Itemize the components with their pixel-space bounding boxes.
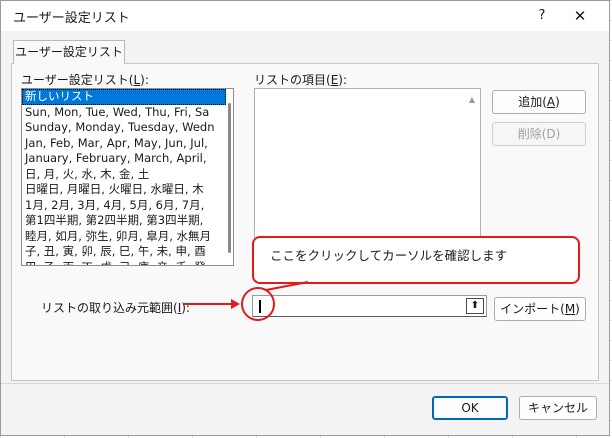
annotation-callout: ここをクリックしてカーソルを確認します: [252, 236, 580, 284]
list-item[interactable]: Sunday, Monday, Tuesday, Wedn: [22, 120, 226, 136]
list-item[interactable]: 甲, 乙, 丙, 丁, 戊, 己, 庚, 辛, 壬, 癸: [22, 260, 226, 266]
list-item[interactable]: 第1四半期, 第2四半期, 第3四半期,: [22, 213, 226, 229]
list-item[interactable]: Sun, Mon, Tue, Wed, Thu, Fri, Sa: [22, 105, 226, 121]
title-bar: ユーザー設定リスト ? ✕: [1, 1, 609, 31]
scrollbar-thumb[interactable]: [228, 103, 231, 253]
footer-divider: [1, 383, 609, 384]
custom-lists-dialog: ユーザー設定リスト ? ✕ ユーザー設定リスト ユーザー設定リスト(L): 新し…: [0, 0, 610, 436]
list-item[interactable]: 新しいリスト: [22, 89, 226, 105]
annotation-text: ここをクリックしてカーソルを確認します: [270, 248, 508, 263]
custom-lists-listbox[interactable]: 新しいリスト Sun, Mon, Tue, Wed, Thu, Fri, Sa Su…: [21, 88, 234, 266]
listbox-scrollbar[interactable]: [225, 89, 233, 265]
import-range-label: リストの取り込み元範囲(I):: [41, 301, 190, 315]
list-item[interactable]: 日, 月, 火, 水, 木, 金, 土: [22, 167, 226, 183]
help-button[interactable]: ?: [531, 5, 553, 27]
delete-button[interactable]: 削除(D): [492, 122, 586, 146]
import-range-input[interactable]: ⬆: [252, 295, 487, 317]
import-button[interactable]: インポート(M): [494, 297, 586, 321]
add-button[interactable]: 追加(A): [492, 90, 586, 114]
tab-custom-lists[interactable]: ユーザー設定リスト: [13, 40, 125, 64]
dialog-title: ユーザー設定リスト: [13, 11, 130, 26]
list-item[interactable]: January, February, March, April,: [22, 151, 226, 167]
scroll-up-arrow-icon[interactable]: ▲: [469, 95, 475, 104]
ok-button[interactable]: OK: [432, 396, 508, 420]
close-button[interactable]: ✕: [567, 5, 593, 27]
list-item[interactable]: 日曜日, 月曜日, 火曜日, 水曜日, 木: [22, 182, 226, 198]
list-item[interactable]: 睦月, 如月, 弥生, 卯月, 皐月, 水無月: [22, 229, 226, 245]
cancel-button[interactable]: キャンセル: [519, 396, 597, 420]
annotation-circle: [241, 287, 275, 321]
list-item[interactable]: 1月, 2月, 3月, 4月, 5月, 6月, 7月,: [22, 198, 226, 214]
list-entries-label: リストの項目(E):: [254, 73, 348, 87]
list-item[interactable]: 子, 丑, 寅, 卯, 辰, 巳, 午, 未, 申, 酉: [22, 244, 226, 260]
custom-lists-label: ユーザー設定リスト(L):: [21, 73, 149, 87]
upload-arrow-icon[interactable]: ⬆: [466, 298, 484, 314]
list-item[interactable]: Jan, Feb, Mar, Apr, May, Jun, Jul,: [22, 136, 226, 152]
